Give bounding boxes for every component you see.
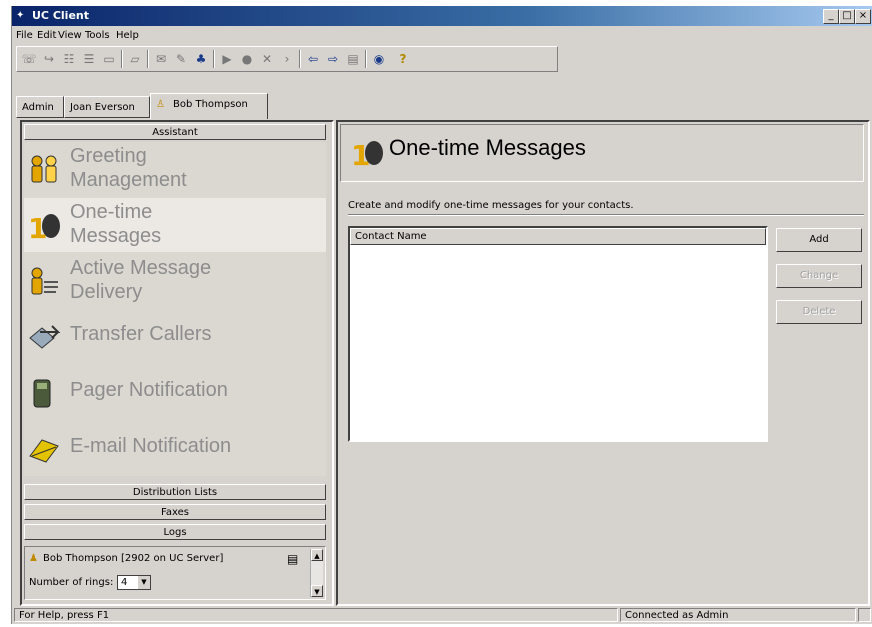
toolbar-separator bbox=[121, 50, 123, 68]
greeting-people-icon bbox=[31, 155, 57, 183]
menu-edit[interactable]: Edit bbox=[37, 30, 56, 41]
add-button[interactable]: Add bbox=[776, 228, 862, 252]
window-title: UC Client bbox=[32, 9, 89, 22]
pager-icon bbox=[33, 379, 51, 408]
page-title: One-time Messages bbox=[389, 135, 586, 160]
help-status: For Help, press F1 bbox=[14, 608, 618, 622]
assistant-item-label: Messages bbox=[70, 225, 162, 247]
email-notification-icon bbox=[29, 439, 59, 463]
forward-arrow-icon[interactable]: ⇨ bbox=[325, 51, 341, 67]
back-arrow-icon[interactable]: ⇦ bbox=[305, 51, 321, 67]
page-icon[interactable]: ▤ bbox=[345, 51, 361, 67]
menu-help[interactable]: Help bbox=[116, 30, 139, 41]
rings-label: Number of rings: bbox=[29, 577, 114, 588]
tab-bob-thompson[interactable]: ♙ Bob Thompson bbox=[150, 93, 268, 119]
forward-icon[interactable]: ↪ bbox=[41, 51, 57, 67]
help-icon[interactable]: ? bbox=[395, 51, 411, 67]
assistant-item-label: Transfer Callers bbox=[70, 323, 212, 345]
new-call-icon[interactable]: ☏ bbox=[21, 51, 37, 67]
resize-grip[interactable] bbox=[858, 608, 871, 622]
toolbar-separator bbox=[147, 50, 149, 68]
chevron-down-icon[interactable]: ▼ bbox=[138, 576, 150, 589]
assistant-item-label: Management bbox=[70, 169, 187, 191]
right-panel: 1 One-time Messages Create and modify on… bbox=[336, 120, 870, 606]
one-time-message-icon: 1 bbox=[28, 212, 60, 240]
assistant-item-active-message-delivery[interactable]: Active Message Delivery bbox=[24, 254, 326, 308]
refresh-icon[interactable]: ◉ bbox=[371, 51, 387, 67]
left-panel: Assistant Greeting Management 1 One-time… bbox=[20, 120, 334, 606]
assistant-item-pager-notification[interactable]: Pager Notification bbox=[24, 366, 326, 420]
assistant-item-transfer-callers[interactable]: Transfer Callers bbox=[24, 310, 326, 364]
title-bar: ✦ UC Client _ □ × bbox=[12, 6, 872, 26]
close-button[interactable]: × bbox=[855, 9, 871, 24]
user-icon: ♟ bbox=[29, 553, 38, 564]
assistant-list: Greeting Management 1 One-time Messages … bbox=[24, 142, 326, 476]
assistant-item-label: One-time bbox=[70, 201, 153, 223]
change-button[interactable]: Change bbox=[776, 264, 862, 288]
rings-value: 4 bbox=[121, 577, 128, 588]
scroll-up-icon[interactable]: ▲ bbox=[311, 549, 323, 561]
assistant-item-label: E-mail Notification bbox=[70, 435, 232, 457]
message-icon[interactable]: ✉ bbox=[153, 51, 169, 67]
status-bar: For Help, press F1 Connected as Admin bbox=[12, 606, 872, 624]
delete-button[interactable]: Delete bbox=[776, 300, 862, 324]
record-icon[interactable]: ● bbox=[239, 51, 255, 67]
assistant-item-one-time-messages[interactable]: 1 One-time Messages bbox=[24, 198, 326, 252]
divider bbox=[348, 214, 864, 216]
tab-joan-everson[interactable]: Joan Everson bbox=[64, 96, 150, 118]
assistant-item-email-notification[interactable]: E-mail Notification bbox=[24, 422, 326, 476]
folder-icon[interactable]: ▱ bbox=[127, 51, 143, 67]
active-message-icon bbox=[31, 267, 58, 295]
assistant-item-label: Delivery bbox=[70, 281, 143, 303]
user-status-label: Bob Thompson [2902 on UC Server] bbox=[43, 553, 224, 564]
user-settings-icon[interactable]: ♣ bbox=[193, 51, 209, 67]
minimize-button[interactable]: _ bbox=[823, 9, 839, 24]
one-time-message-icon: 1 bbox=[351, 139, 383, 167]
transfer-callers-icon bbox=[29, 325, 61, 349]
assistant-header[interactable]: Assistant bbox=[24, 124, 326, 140]
assistant-item-greeting-management[interactable]: Greeting Management bbox=[24, 142, 326, 196]
scrollbar[interactable]: ▲ ▼ bbox=[310, 549, 323, 597]
logs-header[interactable]: Logs bbox=[24, 524, 326, 540]
maximize-button[interactable]: □ bbox=[839, 9, 855, 24]
menu-file[interactable]: File bbox=[16, 30, 33, 41]
toolbar: ☏ ↪ ☷ ☰ ▭ ▱ ✉ ✎ ♣ ▶ ● ✕ › ⇦ ⇨ ▤ ◉ ? bbox=[16, 46, 558, 72]
properties-icon[interactable]: ✎ bbox=[173, 51, 189, 67]
toolbar-separator bbox=[299, 50, 301, 68]
play-icon[interactable]: ▶ bbox=[219, 51, 235, 67]
card-icon[interactable]: ▤ bbox=[287, 552, 298, 566]
app-window: ✦ UC Client _ □ × File Edit View Tools H… bbox=[11, 6, 872, 624]
menu-bar: File Edit View Tools Help bbox=[12, 27, 872, 45]
toolbar-separator bbox=[365, 50, 367, 68]
toolbar-separator bbox=[213, 50, 215, 68]
user-status-area: ♟ Bob Thompson [2902 on UC Server] ▤ Num… bbox=[24, 546, 326, 600]
page-header: 1 One-time Messages bbox=[340, 124, 864, 182]
delete-icon[interactable]: ✕ bbox=[259, 51, 275, 67]
rings-select[interactable]: 4 ▼ bbox=[117, 575, 151, 590]
assistant-item-label: Pager Notification bbox=[70, 379, 228, 401]
tab-admin[interactable]: Admin bbox=[16, 96, 64, 118]
app-icon: ✦ bbox=[16, 10, 25, 21]
scroll-down-icon[interactable]: ▼ bbox=[311, 585, 323, 597]
page-description: Create and modify one-time messages for … bbox=[348, 200, 634, 211]
user-icon: ♙ bbox=[156, 99, 165, 110]
assistant-item-label: Active Message bbox=[70, 257, 212, 279]
contacts-list[interactable]: Contact Name bbox=[348, 226, 768, 442]
tab-bob-thompson-label: Bob Thompson bbox=[172, 99, 248, 110]
contacts-icon[interactable]: ☷ bbox=[61, 51, 77, 67]
assistant-item-label: Greeting bbox=[70, 145, 147, 167]
menu-view[interactable]: View bbox=[58, 30, 82, 41]
directory-icon[interactable]: ☰ bbox=[81, 51, 97, 67]
distribution-lists-header[interactable]: Distribution Lists bbox=[24, 484, 326, 500]
next-icon[interactable]: › bbox=[279, 51, 295, 67]
faxes-header[interactable]: Faxes bbox=[24, 504, 326, 520]
column-header-contact-name[interactable]: Contact Name bbox=[350, 228, 766, 245]
connection-status: Connected as Admin bbox=[620, 608, 856, 622]
mailbox-icon[interactable]: ▭ bbox=[101, 51, 117, 67]
menu-tools[interactable]: Tools bbox=[85, 30, 110, 41]
